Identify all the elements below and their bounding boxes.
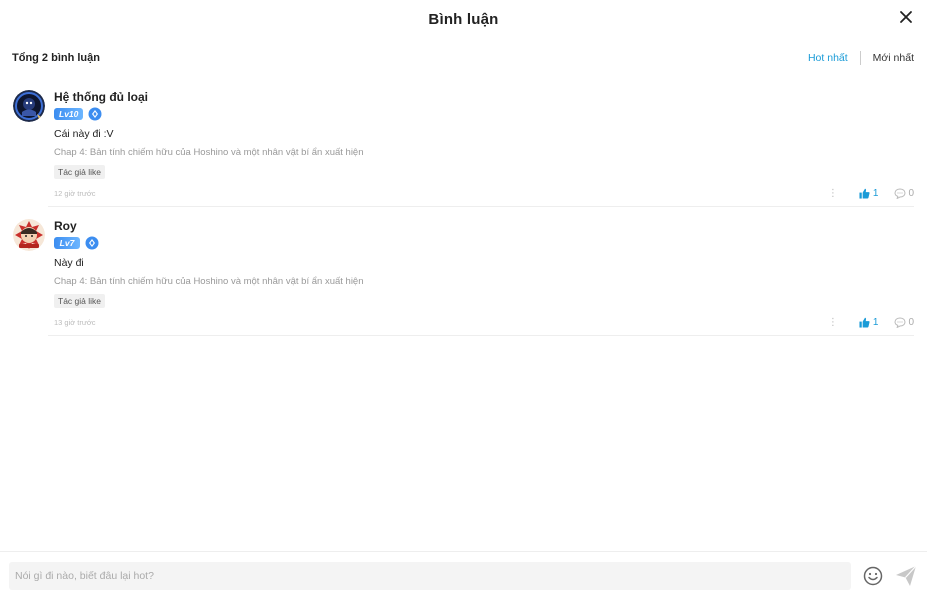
avatar[interactable] — [13, 219, 45, 251]
comment-author[interactable]: Hệ thống đủ loại — [54, 90, 914, 105]
like-button[interactable]: 1 — [859, 187, 879, 199]
divider — [859, 51, 861, 65]
reply-button[interactable]: 0 — [894, 188, 914, 199]
header: Bình luận — [0, 0, 927, 38]
comment-icon — [894, 187, 906, 199]
like-button[interactable]: 1 — [859, 316, 879, 328]
comment-composer — [0, 551, 927, 600]
sort-new-button[interactable]: Mới nhất — [873, 52, 914, 64]
comment-text: Cái này đi :V — [54, 128, 114, 140]
page-title: Bình luận — [428, 10, 499, 28]
comment-item: Roy Lv7 Này đi Chap 4: Bản tính chiếm hữ… — [0, 207, 927, 336]
thumbs-up-icon — [859, 188, 870, 199]
comment-author[interactable]: Roy — [54, 219, 914, 234]
emoji-icon[interactable] — [863, 566, 883, 586]
user-badges: Lv10 — [54, 107, 914, 121]
comment-meta: 13 giờ trước ⋮ 1 0 — [54, 315, 914, 329]
comment-time: 12 giờ trước — [54, 188, 96, 198]
comment-toolbar: Tổng 2 bình luận Hot nhất Mới nhất — [0, 38, 927, 78]
comment-icon — [894, 316, 906, 328]
diamond-badge-icon — [85, 236, 99, 250]
level-badge: Lv7 — [54, 237, 80, 249]
comment-actions: ⋮ 1 0 — [828, 188, 914, 199]
divider — [48, 335, 914, 336]
comment-meta: 12 giờ trước ⋮ 1 0 — [54, 186, 914, 200]
comment-count: Tổng 2 bình luận — [12, 52, 100, 64]
sort-hot-button[interactable]: Hot nhất — [808, 52, 848, 64]
diamond-badge-icon — [88, 107, 102, 121]
comment-item: Hệ thống đủ loại Lv10 Cái này đi :V Chap… — [0, 78, 927, 207]
level-badge: Lv10 — [54, 108, 84, 120]
user-badges: Lv7 — [54, 236, 914, 250]
comments-panel: Bình luận Tổng 2 bình luận Hot nhất Mới … — [0, 0, 927, 600]
close-icon[interactable] — [899, 10, 913, 24]
more-icon[interactable]: ⋮ — [828, 188, 838, 199]
comment-text: Này đi — [54, 257, 84, 269]
avatar[interactable] — [13, 90, 45, 122]
sort-options: Hot nhất Mới nhất — [808, 51, 914, 65]
chapter-link[interactable]: Chap 4: Bản tính chiếm hữu của Hoshino v… — [54, 276, 914, 288]
reply-count: 0 — [908, 187, 914, 199]
more-icon[interactable]: ⋮ — [828, 317, 838, 328]
comment-actions: ⋮ 1 0 — [828, 317, 914, 328]
author-liked-tag: Tác giả like — [54, 294, 105, 308]
reply-count: 0 — [908, 316, 914, 328]
reply-button[interactable]: 0 — [894, 317, 914, 328]
like-count: 1 — [872, 187, 879, 199]
like-count: 1 — [872, 316, 879, 328]
author-liked-tag: Tác giả like — [54, 165, 105, 179]
chapter-link[interactable]: Chap 4: Bản tính chiếm hữu của Hoshino v… — [54, 147, 914, 159]
send-icon[interactable] — [895, 565, 917, 587]
thumbs-up-icon — [859, 317, 870, 328]
comment-input[interactable] — [9, 562, 851, 590]
comment-time: 13 giờ trước — [54, 317, 96, 327]
